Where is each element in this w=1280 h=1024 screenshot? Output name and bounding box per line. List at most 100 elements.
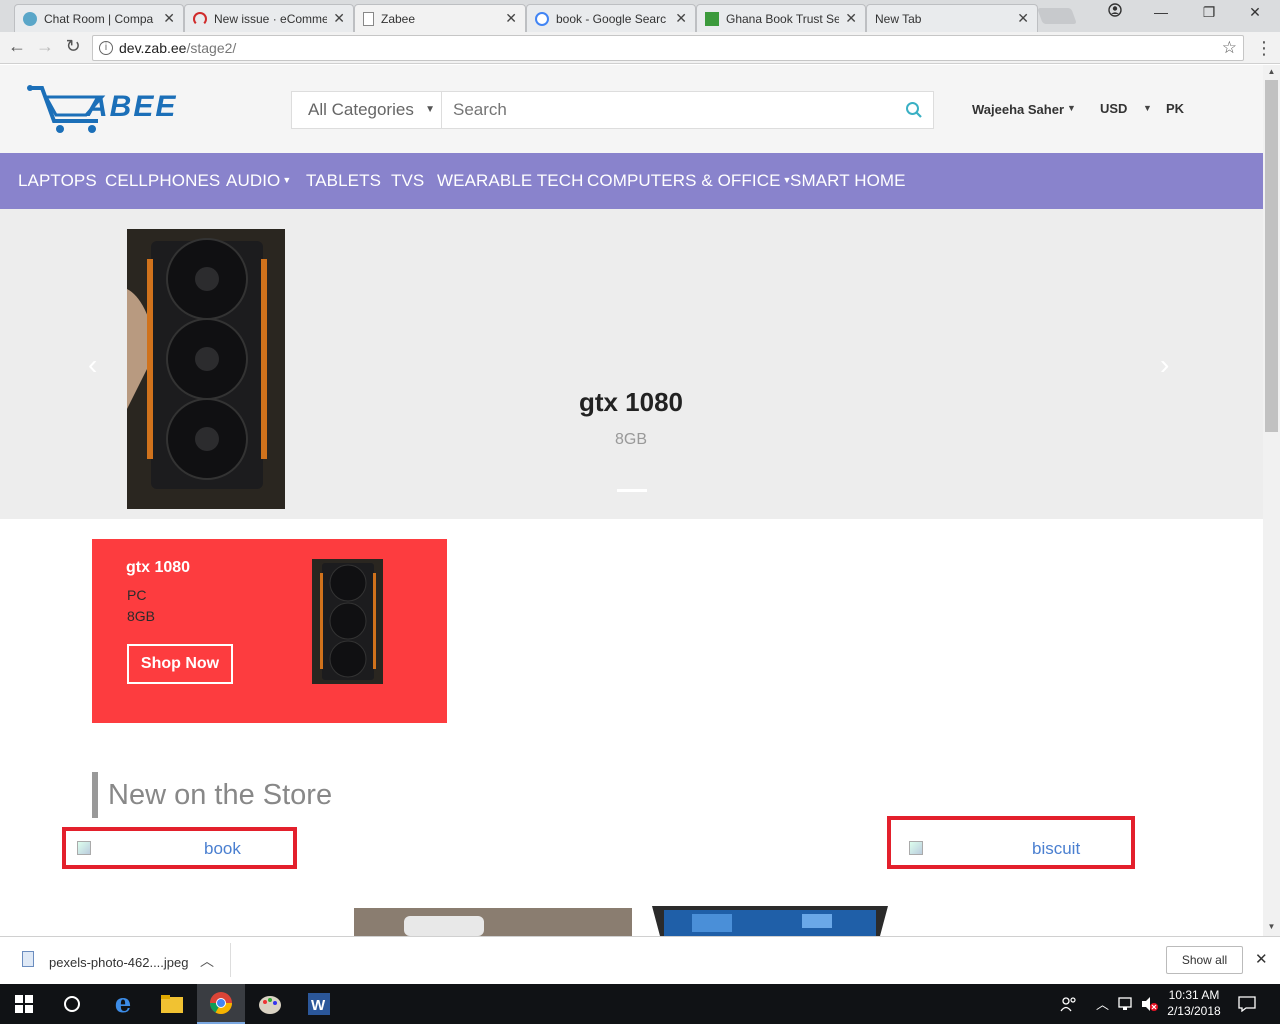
user-menu[interactable]: Wajeeha Saher bbox=[972, 102, 1064, 117]
page-favicon-icon bbox=[363, 11, 374, 26]
search-bar: All Categories ▼ bbox=[291, 91, 934, 129]
word-icon[interactable]: W bbox=[295, 984, 343, 1024]
profile-icon[interactable] bbox=[1100, 3, 1130, 20]
tab-title: book - Google Searc bbox=[556, 11, 667, 26]
tab-title: Chat Room | Compa bbox=[44, 11, 154, 26]
web-page: ABEE All Categories ▼ Wajeeha Saher ▼ US… bbox=[0, 65, 1263, 936]
nav-audio[interactable]: AUDIO ▼ bbox=[226, 171, 291, 191]
minimize-icon[interactable]: — bbox=[1146, 4, 1176, 20]
nav-tablets[interactable]: TABLETS bbox=[306, 171, 381, 191]
edge-browser-icon[interactable]: e bbox=[99, 984, 147, 1024]
shop-now-button[interactable]: Shop Now bbox=[127, 644, 233, 684]
scrollbar-thumb[interactable] bbox=[1265, 80, 1278, 432]
country-select[interactable]: PK bbox=[1166, 101, 1184, 116]
bookmark-star-icon[interactable]: ☆ bbox=[1222, 36, 1237, 60]
product-image-link[interactable]: biscuit bbox=[909, 839, 1080, 859]
taskbar-clock[interactable]: 10:31 AM 2/13/2018 bbox=[1162, 987, 1226, 1019]
svg-text:ABEE: ABEE bbox=[85, 90, 177, 123]
address-bar[interactable]: i dev.zab.ee/stage2/ ☆ bbox=[92, 35, 1244, 61]
phone-product-image[interactable] bbox=[354, 908, 632, 936]
product-image-alt: biscuit bbox=[1032, 839, 1081, 858]
nav-smart-home[interactable]: SMART HOME bbox=[790, 171, 906, 191]
file-explorer-icon[interactable] bbox=[148, 984, 196, 1024]
promo-spec: 8GB bbox=[127, 608, 156, 624]
browser-tab[interactable]: Ghana Book Trust Se ✕ bbox=[696, 4, 866, 32]
hero-title: gtx 1080 bbox=[578, 387, 684, 417]
browser-tab[interactable]: New issue · eComme ✕ bbox=[184, 4, 354, 32]
close-icon[interactable]: ✕ bbox=[675, 10, 687, 27]
tab-title: New Tab bbox=[875, 11, 922, 26]
search-input[interactable] bbox=[444, 92, 894, 128]
promo-card: gtx 1080 PC 8GB Shop Now bbox=[92, 539, 447, 723]
paint-icon[interactable] bbox=[246, 984, 294, 1024]
tab-title: New issue · eComme bbox=[214, 11, 328, 26]
chevron-up-icon[interactable]: ︿ bbox=[1096, 994, 1109, 1013]
browser-tab[interactable]: Chat Room | Compa ✕ bbox=[14, 4, 184, 32]
search-icon[interactable] bbox=[905, 101, 923, 119]
volume-muted-icon[interactable] bbox=[1141, 996, 1159, 1015]
new-tab-button[interactable] bbox=[1037, 8, 1077, 24]
nav-computers-office[interactable]: COMPUTERS & OFFICE ▼ bbox=[587, 171, 792, 191]
windows-start-icon[interactable] bbox=[0, 984, 48, 1024]
browser-menu-icon[interactable]: ⋮ bbox=[1255, 38, 1273, 59]
restore-icon[interactable]: ❐ bbox=[1194, 4, 1224, 21]
info-icon[interactable]: i bbox=[99, 41, 113, 55]
product-image-link[interactable]: book bbox=[77, 839, 241, 859]
browser-tab[interactable]: book - Google Searc ✕ bbox=[526, 4, 696, 32]
close-icon[interactable]: ✕ bbox=[845, 10, 857, 27]
nav-tvs[interactable]: TVS bbox=[391, 171, 424, 191]
browser-toolbar: ← → ↻ i dev.zab.ee/stage2/ ☆ bbox=[0, 32, 1280, 64]
category-select[interactable]: All Categories ▼ bbox=[292, 92, 442, 128]
product-image-alt: book bbox=[204, 839, 241, 858]
carousel-indicator[interactable] bbox=[617, 489, 647, 492]
nav-cellphones[interactable]: CELLPHONES bbox=[105, 171, 220, 191]
url-host: dev.zab.ee bbox=[119, 40, 187, 56]
network-icon[interactable] bbox=[1118, 996, 1136, 1015]
scroll-down-icon[interactable]: ▼ bbox=[1265, 922, 1278, 931]
close-icon[interactable]: ✕ bbox=[163, 10, 175, 27]
close-icon[interactable]: ✕ bbox=[1017, 10, 1029, 27]
url-path: /stage2/ bbox=[186, 40, 237, 56]
carousel-prev-icon[interactable]: ‹ bbox=[88, 349, 97, 381]
graphics-card-thumbnail[interactable] bbox=[312, 559, 383, 684]
close-icon[interactable]: ✕ bbox=[333, 10, 345, 27]
currency-select[interactable]: USD bbox=[1100, 101, 1127, 116]
forward-arrow-icon[interactable]: → bbox=[34, 36, 56, 57]
download-shelf: pexels-photo-462....jpeg ︿ Show all ✕ bbox=[0, 936, 1280, 984]
show-all-button[interactable]: Show all bbox=[1166, 946, 1243, 974]
people-icon[interactable] bbox=[1060, 996, 1078, 1015]
carousel-next-icon[interactable]: › bbox=[1160, 349, 1169, 381]
close-window-icon[interactable]: ✕ bbox=[1240, 4, 1270, 21]
reload-icon[interactable]: ↻ bbox=[62, 36, 84, 57]
back-arrow-icon[interactable]: ← bbox=[6, 36, 28, 57]
clock-date: 2/13/2018 bbox=[1167, 1004, 1221, 1018]
laptop-product-image[interactable] bbox=[652, 906, 888, 936]
nav-wearable-tech[interactable]: WEARABLE TECH bbox=[437, 171, 583, 191]
graphics-card-image[interactable] bbox=[127, 229, 285, 509]
browser-tab-active[interactable]: Zabee ✕ bbox=[354, 4, 526, 32]
svg-text:W: W bbox=[311, 997, 326, 1014]
site-favicon-icon bbox=[705, 11, 719, 26]
zabee-logo[interactable]: ABEE bbox=[24, 83, 218, 135]
scroll-up-icon[interactable]: ▲ bbox=[1265, 67, 1278, 76]
cortana-search-icon[interactable] bbox=[48, 984, 96, 1024]
browser-tab[interactable]: New Tab ✕ bbox=[866, 4, 1038, 32]
image-file-icon bbox=[22, 951, 34, 967]
close-icon[interactable]: ✕ bbox=[505, 10, 517, 27]
section-title: New on the Store bbox=[92, 772, 332, 818]
caret-down-icon: ▼ bbox=[282, 175, 292, 185]
notifications-icon[interactable] bbox=[1238, 996, 1256, 1015]
promo-platform: PC bbox=[127, 587, 147, 603]
category-nav: LAPTOPS CELLPHONES AUDIO ▼ TABLETS TVS WE… bbox=[0, 153, 1263, 209]
divider bbox=[230, 943, 231, 977]
tab-title: Zabee bbox=[381, 11, 416, 26]
download-filename[interactable]: pexels-photo-462....jpeg bbox=[49, 955, 188, 970]
browser-tab-strip: Chat Room | Compa ✕ New issue · eComme ✕… bbox=[0, 0, 1280, 32]
category-select-value: All Categories bbox=[308, 100, 414, 119]
close-icon[interactable]: ✕ bbox=[1255, 950, 1268, 968]
nav-laptops[interactable]: LAPTOPS bbox=[18, 171, 97, 191]
site-header: ABEE All Categories ▼ Wajeeha Saher ▼ US… bbox=[0, 65, 1263, 153]
chrome-icon[interactable] bbox=[197, 984, 245, 1024]
broken-image-icon bbox=[909, 841, 923, 855]
chevron-up-icon[interactable]: ︿ bbox=[200, 951, 214, 971]
